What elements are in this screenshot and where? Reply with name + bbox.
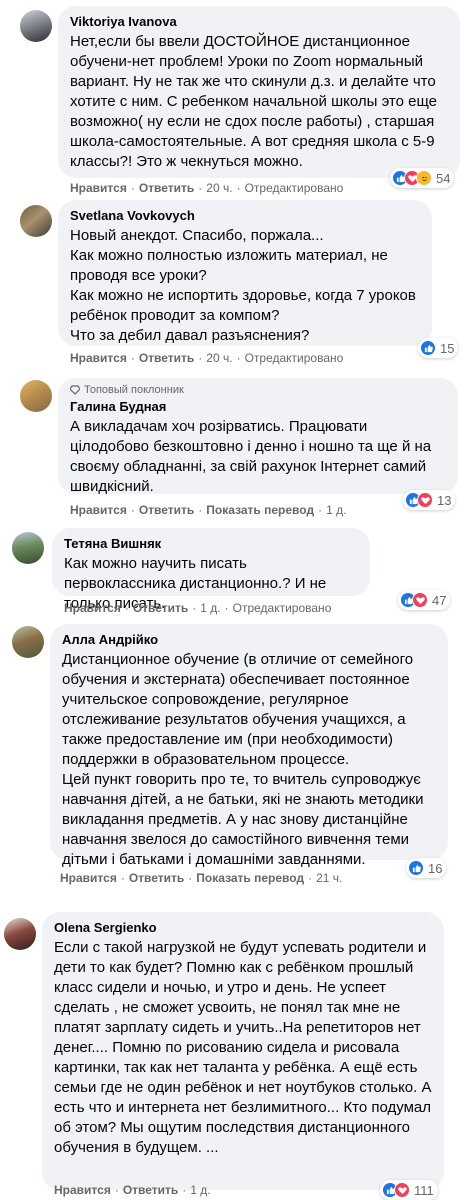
reaction-count: 16 bbox=[428, 860, 443, 876]
love-reaction-icon bbox=[394, 1182, 410, 1198]
comment-author[interactable]: Viktoriya Ivanova bbox=[70, 14, 448, 30]
reply-link[interactable]: Ответить bbox=[139, 181, 194, 195]
timestamp[interactable]: 21 ч. bbox=[316, 871, 342, 885]
comment-text: Если с такой нагрузкой не будут успевать… bbox=[54, 939, 432, 1156]
like-link[interactable]: Нравится bbox=[70, 181, 127, 195]
timestamp[interactable]: 20 ч. bbox=[206, 181, 232, 195]
top-fan-badge[interactable]: Топовый поклонник bbox=[70, 383, 446, 397]
avatar[interactable] bbox=[4, 918, 36, 950]
comment-author[interactable]: Галина Будная bbox=[70, 399, 446, 415]
separator: · bbox=[198, 503, 203, 517]
edited-label[interactable]: Отредактировано bbox=[245, 181, 344, 195]
reply-link[interactable]: Ответить bbox=[129, 871, 184, 885]
comment-text: А викладачам хоч розірватись. Працювати … bbox=[70, 418, 432, 495]
timestamp[interactable]: 20 ч. bbox=[206, 351, 232, 365]
show-translation-link[interactable]: Показать перевод bbox=[206, 503, 314, 517]
reaction-summary[interactable]: 15 bbox=[418, 338, 459, 358]
comment-author[interactable]: Svetlana Vovkovych bbox=[70, 208, 420, 224]
comment-actions: Нравится · Ответить · 20 ч. · Отредактировано bbox=[70, 350, 343, 366]
comment-author[interactable]: Алла Андрійко bbox=[62, 632, 436, 648]
comment-bubble: Алла Андрійко Дистанционное обучение (в … bbox=[50, 624, 448, 868]
care-reaction-icon bbox=[416, 170, 432, 186]
reaction-count: 47 bbox=[432, 592, 447, 608]
timestamp[interactable]: 1 д. bbox=[200, 601, 220, 615]
reply-link[interactable]: Ответить bbox=[139, 503, 194, 517]
reaction-count: 111 bbox=[414, 1182, 434, 1198]
separator: · bbox=[308, 871, 313, 885]
separator: · bbox=[198, 181, 203, 195]
comment-bubble: Olena Sergienko Если с такой нагрузкой н… bbox=[42, 912, 444, 1190]
like-reaction-icon bbox=[408, 860, 424, 876]
separator: · bbox=[130, 503, 135, 517]
separator: · bbox=[130, 351, 135, 365]
comment-text: Нет,если бы ввели ДОСТОЙНОЕ дистанционно… bbox=[70, 33, 437, 170]
like-link[interactable]: Нравится bbox=[60, 871, 117, 885]
separator: · bbox=[114, 1183, 119, 1197]
like-link[interactable]: Нравится bbox=[70, 503, 127, 517]
like-reaction-icon bbox=[420, 340, 436, 356]
separator: · bbox=[182, 1183, 187, 1197]
badge-label: Топовый поклонник bbox=[84, 384, 184, 396]
reaction-count: 13 bbox=[437, 492, 452, 508]
love-reaction-icon bbox=[417, 492, 433, 508]
reaction-summary[interactable]: 13 bbox=[403, 490, 456, 510]
like-link[interactable]: Нравится bbox=[70, 351, 127, 365]
love-reaction-icon bbox=[412, 592, 428, 608]
comment-actions: Нравится · Ответить · Показать перевод · 21 ч. bbox=[60, 870, 342, 886]
separator: · bbox=[198, 351, 203, 365]
separator: · bbox=[124, 601, 129, 615]
timestamp[interactable]: 1 д. bbox=[326, 503, 346, 517]
reaction-summary[interactable]: 54 bbox=[390, 168, 455, 188]
separator: · bbox=[236, 351, 241, 365]
diamond-icon bbox=[70, 385, 80, 395]
comment-actions: Нравится · Ответить · 20 ч. · Отредактировано bbox=[70, 180, 343, 196]
avatar[interactable] bbox=[12, 626, 44, 658]
reaction-count: 54 bbox=[436, 170, 451, 186]
separator: · bbox=[224, 601, 229, 615]
like-link[interactable]: Нравится bbox=[54, 1183, 111, 1197]
comment-actions: Нравится · Ответить · 1 д. bbox=[54, 1182, 211, 1198]
reply-link[interactable]: Ответить bbox=[123, 1183, 178, 1197]
separator: · bbox=[192, 601, 197, 615]
reaction-count: 15 bbox=[440, 340, 455, 356]
reply-link[interactable]: Ответить bbox=[139, 351, 194, 365]
reaction-summary[interactable]: 111 bbox=[380, 1180, 438, 1200]
reaction-summary[interactable]: 47 bbox=[398, 590, 451, 610]
edited-label[interactable]: Отредактировано bbox=[245, 351, 344, 365]
separator: · bbox=[130, 181, 135, 195]
avatar[interactable] bbox=[20, 10, 52, 42]
reaction-summary[interactable]: 16 bbox=[406, 858, 447, 878]
avatar[interactable] bbox=[20, 380, 52, 412]
timestamp[interactable]: 1 д. bbox=[190, 1183, 210, 1197]
comment-bubble: Viktoriya Ivanova Нет,если бы ввели ДОСТ… bbox=[58, 6, 460, 178]
separator: · bbox=[188, 871, 193, 885]
show-translation-link[interactable]: Показать перевод bbox=[196, 871, 304, 885]
comment-text: Дистанционное обучение (в отличие от сем… bbox=[62, 651, 424, 868]
comment-text: Новый анекдот. Спасибо, поржала... Как м… bbox=[70, 227, 416, 344]
comment-bubble: Топовый поклонник Галина Будная А виклад… bbox=[58, 378, 458, 495]
comment-bubble: Svetlana Vovkovych Новый анекдот. Спасиб… bbox=[58, 200, 432, 346]
separator: · bbox=[318, 503, 323, 517]
like-link[interactable]: Нравится bbox=[64, 601, 121, 615]
comment-bubble: Тетяна Вишняк Как можно научить писать п… bbox=[52, 528, 370, 612]
separator: · bbox=[236, 181, 241, 195]
comment-author[interactable]: Olena Sergienko bbox=[54, 920, 432, 936]
comment-actions: Нравится · Ответить · Показать перевод · 1 д. bbox=[70, 502, 346, 518]
reply-link[interactable]: Ответить bbox=[133, 601, 188, 615]
separator: · bbox=[120, 871, 125, 885]
edited-label[interactable]: Отредактировано bbox=[233, 601, 332, 615]
comment-author[interactable]: Тетяна Вишняк bbox=[64, 536, 358, 552]
comment-actions: Нравится · Ответить · 1 д. · Отредактировано bbox=[64, 600, 331, 616]
avatar[interactable] bbox=[12, 532, 44, 564]
avatar[interactable] bbox=[20, 205, 52, 237]
